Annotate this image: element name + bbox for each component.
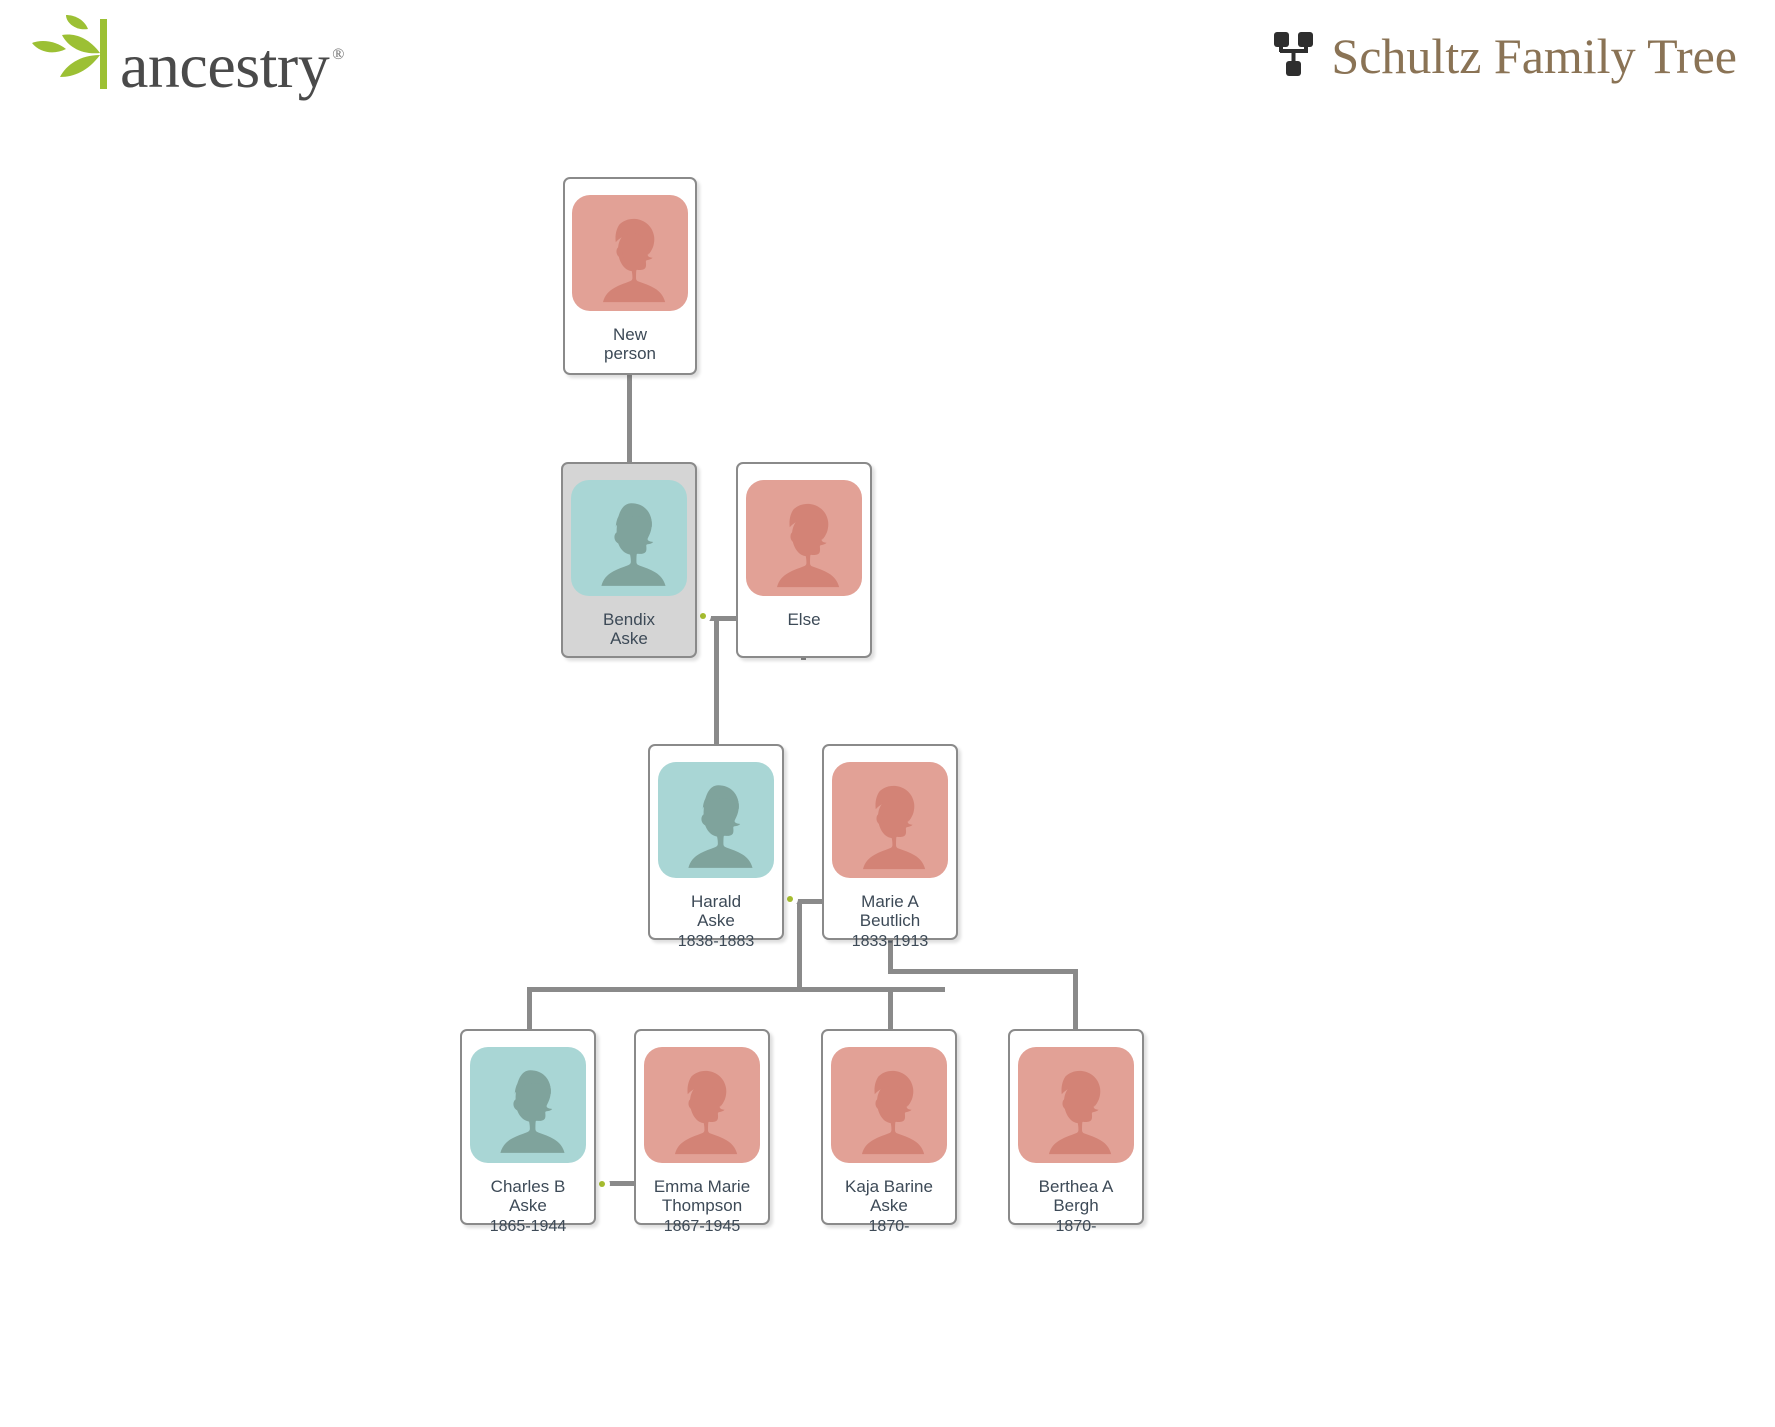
person-name: Harald Aske [690, 892, 742, 931]
connector-line [527, 987, 532, 1031]
female-avatar-icon [572, 195, 688, 311]
person-name: New person [604, 325, 656, 364]
person-name: Berthea A Bergh [1038, 1177, 1114, 1216]
female-avatar-icon [1018, 1047, 1134, 1163]
person-card-else[interactable]: Else [736, 462, 872, 658]
connector-line [714, 616, 719, 745]
male-avatar-icon [658, 762, 774, 878]
person-card-text: Charles B Aske 1865-1944 [462, 1177, 594, 1236]
person-card-charles-b-aske[interactable]: Charles B Aske 1865-1944 [460, 1029, 596, 1235]
person-card-text: Berthea A Bergh 1870- [1010, 1177, 1142, 1236]
family-tree-page: ancestry ® Schultz Family Tree New perso… [0, 0, 1775, 1427]
connector-line [888, 987, 893, 1031]
person-lifespan: 1838-1883 [677, 933, 755, 951]
ancestry-wordmark: ancestry [120, 30, 330, 101]
person-card-new-person[interactable]: New person [563, 177, 697, 375]
family-tree-icon [1273, 28, 1315, 85]
connector-line [784, 899, 823, 904]
marriage-joint-icon[interactable] [782, 891, 798, 907]
connector-line [888, 969, 1076, 974]
person-card-text: New person [565, 325, 695, 363]
person-name: Else [787, 610, 821, 629]
connector-line [527, 987, 945, 992]
person-name: Marie A Beutlich [859, 892, 921, 931]
male-avatar-icon [571, 480, 687, 596]
connector-line [1073, 969, 1078, 1031]
connector-line [596, 1181, 636, 1186]
person-card-marie-a-beutlich[interactable]: Marie A Beutlich 1833-1913 [822, 744, 958, 950]
person-card-text: Kaja Barine Aske 1870- [823, 1177, 955, 1236]
person-name: Charles B Aske [490, 1177, 566, 1216]
person-card-harald-aske[interactable]: Harald Aske 1838-1883 [648, 744, 784, 950]
marriage-joint-icon[interactable] [695, 608, 711, 624]
female-avatar-icon [746, 480, 862, 596]
person-name: Kaja Barine Aske [845, 1177, 933, 1216]
person-lifespan: 1867-1945 [663, 1218, 741, 1236]
person-card-text: Harald Aske 1838-1883 [650, 892, 782, 951]
tree-title[interactable]: Schultz Family Tree [1273, 22, 1737, 90]
ancestry-leaf-logo-icon [28, 15, 114, 98]
person-card-text: Emma Marie Thompson 1867-1945 [636, 1177, 768, 1236]
ancestry-logo[interactable]: ancestry ® [28, 15, 345, 101]
person-lifespan: 1870- [1055, 1218, 1097, 1236]
connector-line [697, 616, 737, 621]
female-avatar-icon [832, 762, 948, 878]
person-card-text: Bendix Aske [563, 610, 695, 648]
connector-line [797, 899, 802, 991]
person-lifespan: 1833-1913 [851, 933, 929, 951]
tree-title-label: Schultz Family Tree [1331, 28, 1737, 84]
person-card-berthea-a-bergh[interactable]: Berthea A Bergh 1870- [1008, 1029, 1144, 1235]
person-lifespan: 1870- [868, 1218, 910, 1236]
registered-trademark: ® [332, 46, 345, 63]
page-header: ancestry ® Schultz Family Tree [0, 0, 1775, 120]
female-avatar-icon [831, 1047, 947, 1163]
person-name: Emma Marie Thompson [653, 1177, 751, 1216]
person-card-emma-marie-thompson[interactable]: Emma Marie Thompson 1867-1945 [634, 1029, 770, 1235]
male-avatar-icon [470, 1047, 586, 1163]
person-card-text: Marie A Beutlich 1833-1913 [824, 892, 956, 951]
connector-line [627, 375, 632, 463]
person-card-text: Else [738, 610, 870, 629]
person-card-bendix-aske[interactable]: Bendix Aske [561, 462, 697, 658]
female-avatar-icon [644, 1047, 760, 1163]
person-name: Bendix Aske [603, 610, 655, 649]
person-lifespan: 1865-1944 [489, 1218, 567, 1236]
marriage-joint-icon[interactable] [594, 1176, 610, 1192]
person-card-kaja-barine-aske[interactable]: Kaja Barine Aske 1870- [821, 1029, 957, 1235]
